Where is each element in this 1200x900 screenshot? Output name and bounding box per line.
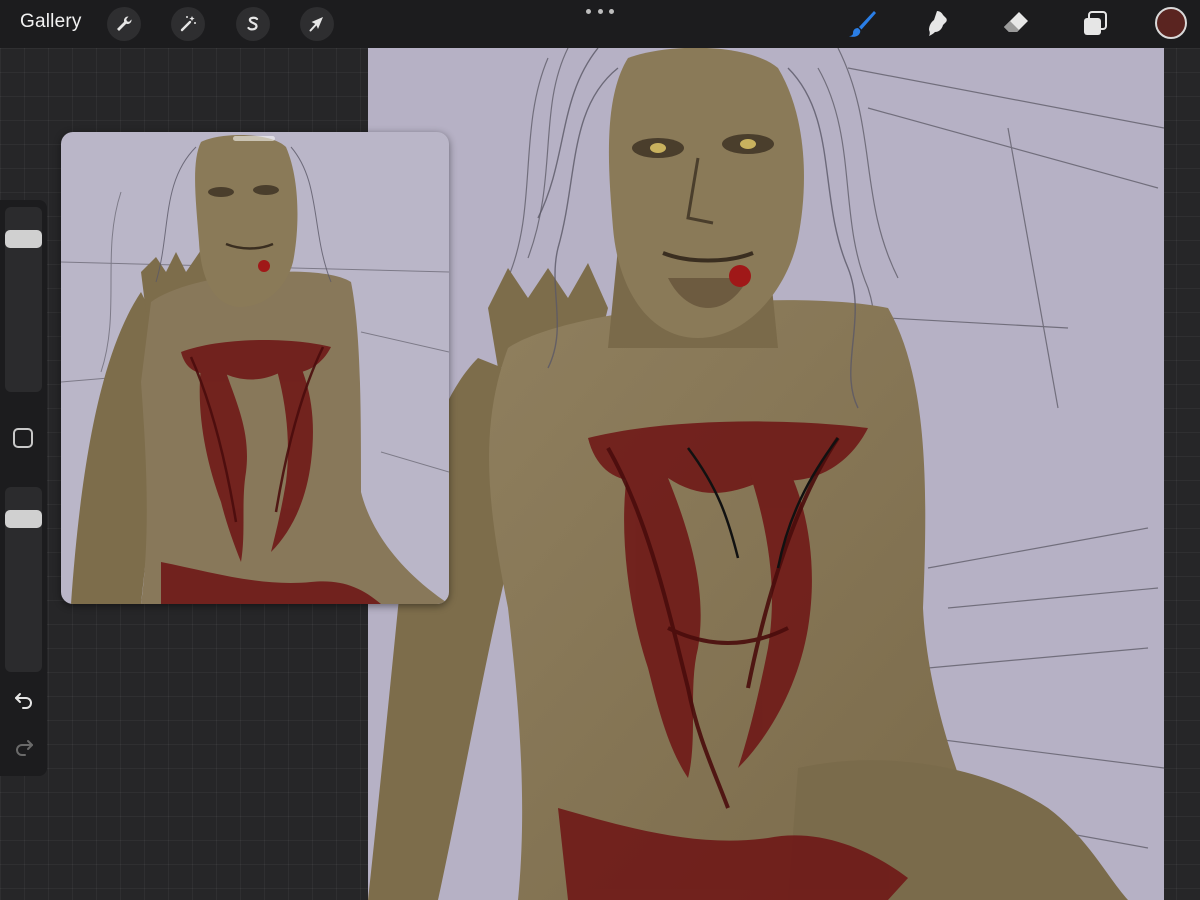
actions-button[interactable] [107,7,141,41]
undo-icon [12,688,36,712]
modifier-button[interactable] [13,428,33,448]
wrench-icon [114,14,134,34]
reference-window-handle[interactable] [233,136,275,141]
dot-icon [586,8,591,14]
drawing-canvas[interactable] [368,48,1164,900]
magic-wand-icon [178,14,198,34]
left-sidebar [0,200,47,776]
opacity-thumb[interactable] [5,510,42,529]
reference-window[interactable] [61,132,449,604]
brush-size-thumb[interactable] [5,230,42,249]
erase-tool-button[interactable] [998,6,1034,42]
selection-s-icon [243,14,263,34]
selection-button[interactable] [236,7,270,41]
opacity-slider[interactable] [5,487,42,672]
paint-tool-button[interactable] [844,6,880,42]
smudge-tool-button[interactable] [921,6,957,42]
color-picker-swatch[interactable] [1155,7,1187,39]
brush-size-slider[interactable] [5,207,42,392]
adjustments-button[interactable] [171,7,205,41]
layers-icon [1080,9,1110,39]
transform-button[interactable] [300,7,334,41]
redo-button[interactable] [11,734,37,760]
smudge-icon [923,8,955,40]
gallery-button[interactable]: Gallery [20,11,82,33]
arrow-cursor-icon [307,14,327,34]
dot-icon [609,8,614,14]
top-toolbar: Gallery [0,0,1200,48]
layers-button[interactable] [1077,6,1113,42]
reference-artwork [61,135,449,604]
redo-icon [12,735,36,759]
artwork [368,48,1164,900]
dot-icon [597,8,603,14]
eraser-icon [1000,8,1032,40]
more-options-button[interactable] [586,4,614,18]
brush-icon [846,8,878,40]
undo-button[interactable] [11,687,37,713]
